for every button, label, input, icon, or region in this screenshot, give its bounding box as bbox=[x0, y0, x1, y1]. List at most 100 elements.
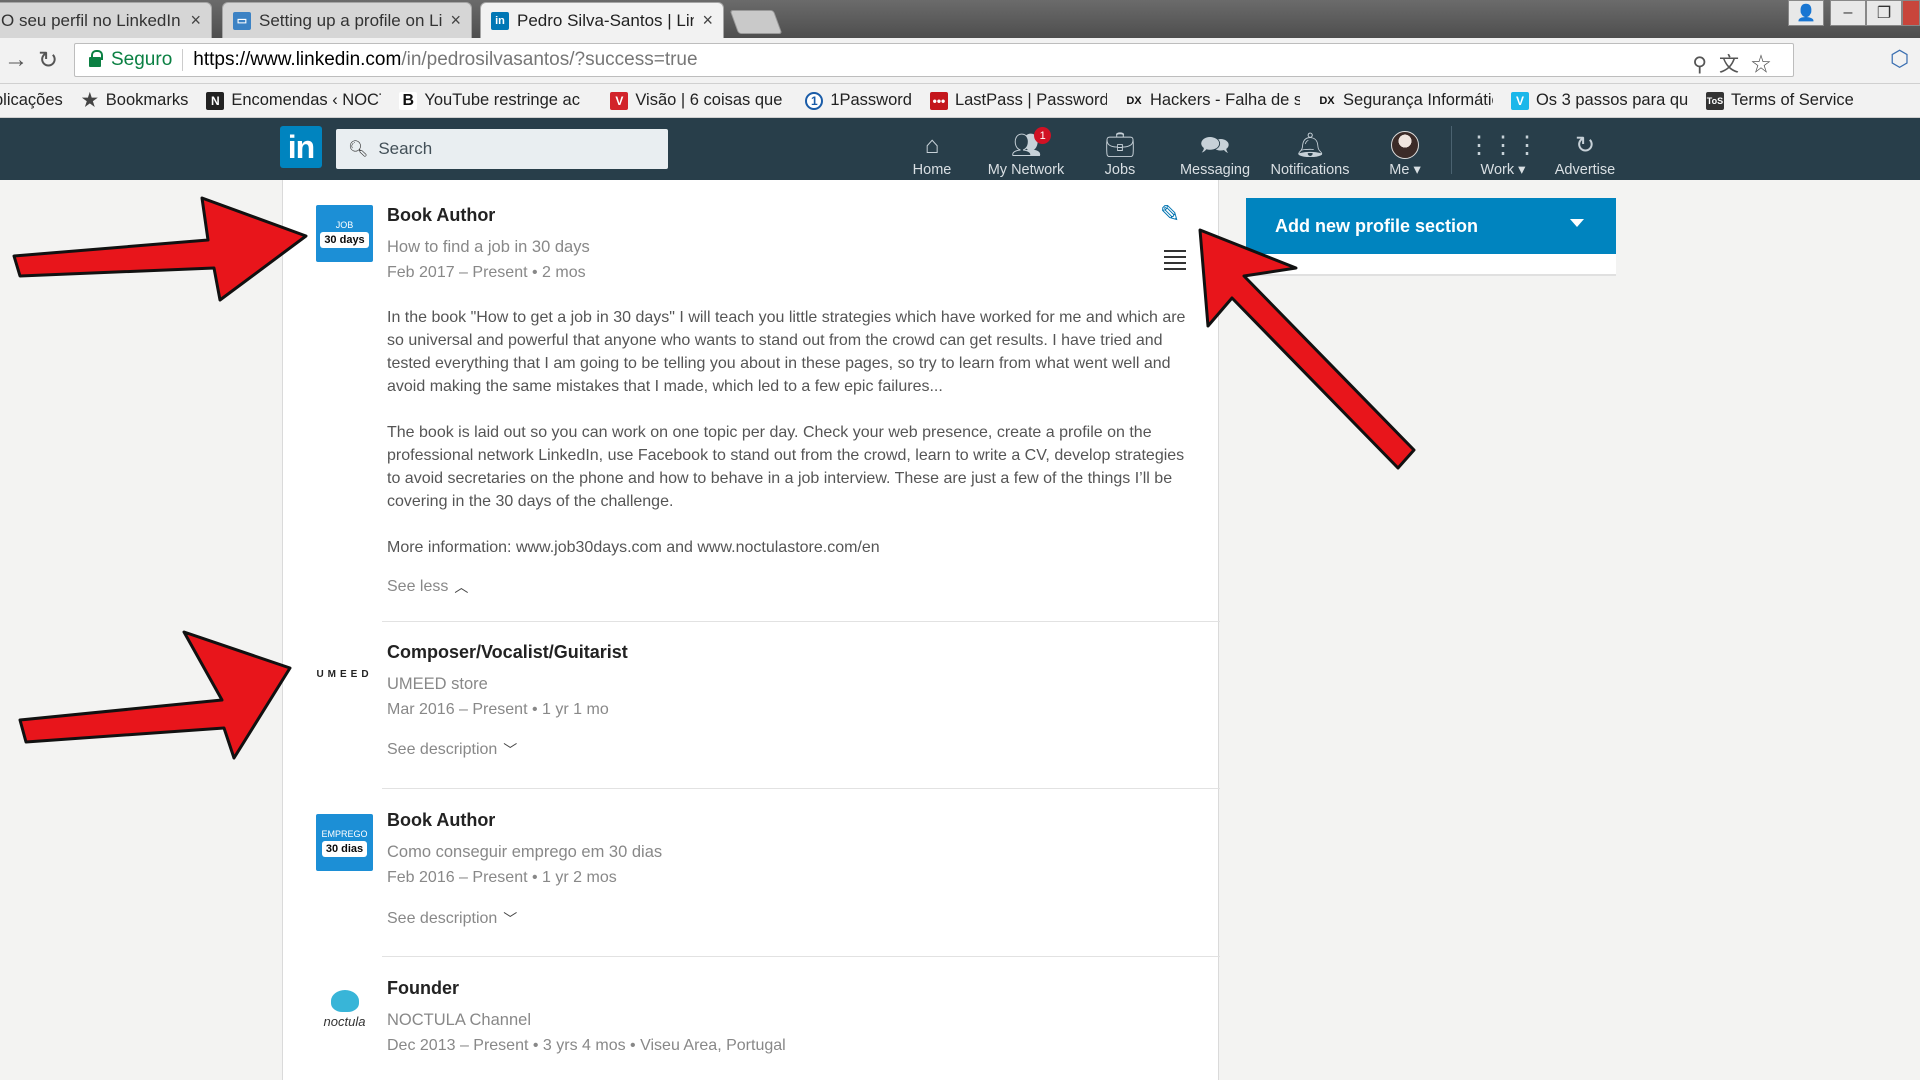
position-title[interactable]: Founder bbox=[387, 978, 459, 999]
1password-icon: 1 bbox=[805, 91, 824, 110]
bookmark-label: Bookmarks bbox=[105, 91, 189, 109]
experience-entry: UMEED Composer/Vocalist/Guitarist UMEED … bbox=[283, 622, 1220, 789]
reorder-handle-icon[interactable] bbox=[1164, 250, 1186, 274]
new-tab-button[interactable] bbox=[729, 10, 783, 34]
tab-title: O seu perfil no LinkedIn bbox=[1, 10, 181, 30]
bookmark-label: 1Password bbox=[830, 91, 912, 109]
url-bar[interactable]: Seguro https://www.linkedin.com /in/pedr… bbox=[74, 43, 1794, 77]
position-title[interactable]: Composer/Vocalist/Guitarist bbox=[387, 642, 628, 663]
messaging-icon: 🗪 bbox=[1200, 132, 1230, 159]
company-logo[interactable]: UMEED bbox=[316, 646, 373, 703]
home-icon: ⌂ bbox=[924, 132, 940, 159]
browser-tab[interactable]: O seu perfil no LinkedIn × bbox=[0, 2, 212, 38]
browser-tab[interactable]: ▭ Setting up a profile on Li × bbox=[222, 2, 472, 38]
nav-label: Jobs bbox=[1104, 162, 1136, 178]
location: Viseu Area, Portugal bbox=[640, 1037, 786, 1054]
add-profile-section-button[interactable]: Add new profile section bbox=[1246, 198, 1616, 254]
company-name[interactable]: How to find a job in 30 days bbox=[387, 238, 590, 257]
nav-me[interactable]: Me ▾ bbox=[1380, 122, 1430, 178]
bookmark-item[interactable]: V Visão | 6 coisas que n bbox=[610, 91, 787, 110]
url-host: https://www.linkedin.com bbox=[193, 49, 402, 70]
nav-advertise[interactable]: ↻ Advertise bbox=[1550, 122, 1620, 179]
duration: 3 yrs 4 mos bbox=[542, 1037, 626, 1054]
nav-work[interactable]: ⋮⋮⋮ Work ▾ bbox=[1467, 122, 1539, 179]
company-name[interactable]: Como conseguir emprego em 30 dias bbox=[387, 843, 662, 862]
zoom-icon[interactable]: ⚲ bbox=[1692, 54, 1719, 76]
date-range: Dec 2013 – Present • 3 yrs 4 mos • Viseu… bbox=[387, 1037, 786, 1054]
bookmark-label: Visão | 6 coisas que n bbox=[635, 91, 788, 109]
advertise-icon: ↻ bbox=[1574, 132, 1596, 159]
linkedin-nav-bar: in 🔍︎ Search ⌂ Home 👥︎ 1 My Network 💼︎ Jo… bbox=[0, 118, 1920, 180]
nav-notifications[interactable]: 🔔︎ Notifications bbox=[1264, 122, 1356, 179]
add-section-label: Add new profile section bbox=[1275, 215, 1479, 236]
search-placeholder: Search bbox=[378, 139, 433, 158]
site-favicon-icon: ▭ bbox=[233, 11, 251, 30]
position-title[interactable]: Book Author bbox=[387, 205, 495, 226]
linkedin-logo[interactable]: in bbox=[280, 126, 322, 168]
edit-pencil-icon[interactable]: ✎ bbox=[1160, 200, 1180, 229]
see-less-toggle[interactable]: See less ︿ bbox=[387, 577, 468, 597]
bookmark-item[interactable]: ★ Bookmarks bbox=[81, 90, 189, 110]
v-icon: V bbox=[610, 91, 629, 110]
bookmark-item[interactable]: ••• LastPass | Password M bbox=[929, 91, 1107, 110]
company-logo[interactable]: EMPREGO 30 dias bbox=[316, 814, 373, 871]
company-name[interactable]: UMEED store bbox=[387, 675, 488, 694]
tab-close-icon[interactable]: × bbox=[702, 10, 713, 31]
translate-icon[interactable]: 文 bbox=[1719, 54, 1751, 76]
nav-messaging[interactable]: 🗪 Messaging bbox=[1174, 122, 1256, 179]
chevron-down-icon: ﹀ bbox=[503, 742, 518, 758]
tab-close-icon[interactable]: × bbox=[450, 10, 461, 31]
restore-icon[interactable]: ❐ bbox=[1866, 0, 1902, 26]
description-paragraph: In the book "How to get a job in 30 days… bbox=[387, 309, 1186, 395]
bookmark-item[interactable]: 1 1Password bbox=[805, 91, 912, 110]
bookmark-item[interactable]: DX Hackers - Falha de se bbox=[1125, 91, 1300, 110]
see-description-toggle[interactable]: See description ﹀ bbox=[387, 909, 517, 929]
nav-jobs[interactable]: 💼︎ Jobs bbox=[1090, 122, 1150, 179]
bookmark-item[interactable]: DX Segurança Informátic bbox=[1318, 91, 1493, 110]
nav-label: Advertise bbox=[1554, 162, 1616, 178]
chevron-down-icon: ﹀ bbox=[503, 911, 518, 927]
bookmark-label: Hackers - Falha de se bbox=[1149, 91, 1300, 109]
nav-my-network[interactable]: 👥︎ 1 My Network bbox=[980, 122, 1072, 178]
briefcase-icon: 💼︎ bbox=[1104, 132, 1136, 159]
position-description: In the book "How to get a job in 30 days… bbox=[387, 306, 1187, 582]
see-description-toggle[interactable]: See description ﹀ bbox=[387, 740, 517, 760]
forward-icon[interactable]: → bbox=[4, 46, 28, 74]
bookmark-item[interactable]: V Os 3 passos para qual bbox=[1510, 91, 1688, 110]
bookmark-item[interactable]: B YouTube restringe ac bbox=[399, 91, 592, 110]
minimize-icon[interactable]: – bbox=[1830, 0, 1866, 26]
nav-home[interactable]: ⌂ Home bbox=[900, 122, 964, 179]
profile-icon[interactable]: 👤 bbox=[1788, 0, 1824, 26]
company-name[interactable]: NOCTULA Channel bbox=[387, 1011, 531, 1030]
bookmark-item[interactable]: ToS Terms of Service bbox=[1705, 91, 1854, 110]
reload-icon[interactable]: ↻ bbox=[38, 46, 58, 75]
description-paragraph: More information: www.job30days.com and … bbox=[387, 539, 880, 556]
toggle-label: See less bbox=[387, 578, 449, 595]
browser-tab-active[interactable]: in Pedro Silva-Santos | Linke × bbox=[480, 2, 724, 38]
secure-label: Seguro bbox=[111, 49, 173, 70]
duration: 1 yr 2 mos bbox=[542, 869, 617, 886]
nav-label: Notifications bbox=[1270, 162, 1350, 178]
dates: Feb 2017 – Present bbox=[387, 264, 528, 281]
experience-entry: JOB 30 days Book Author How to find a jo… bbox=[283, 180, 1220, 622]
url-separator bbox=[182, 49, 184, 71]
nav-label: Me ▾ bbox=[1389, 162, 1421, 178]
grid-icon: ⋮⋮⋮ bbox=[1467, 132, 1539, 159]
bookmark-star-icon[interactable]: ☆ bbox=[1751, 54, 1783, 76]
bookmark-label: Terms of Service bbox=[1730, 91, 1854, 109]
bookmark-item[interactable]: plicações bbox=[0, 91, 63, 110]
avatar bbox=[1391, 131, 1419, 159]
extension-icon[interactable]: ⬡ bbox=[1890, 46, 1909, 72]
search-input[interactable]: 🔍︎ Search bbox=[336, 129, 668, 169]
company-logo[interactable]: JOB 30 days bbox=[316, 205, 373, 262]
close-window-icon[interactable] bbox=[1902, 0, 1920, 26]
bell-icon: 🔔︎ bbox=[1294, 132, 1326, 159]
date-range: Mar 2016 – Present • 1 yr 1 mo bbox=[387, 701, 609, 718]
dates: Dec 2013 – Present bbox=[387, 1037, 529, 1054]
position-title[interactable]: Book Author bbox=[387, 810, 495, 831]
tab-close-icon[interactable]: × bbox=[190, 10, 201, 31]
dates: Feb 2016 – Present bbox=[387, 869, 528, 886]
company-logo[interactable]: noctula bbox=[316, 981, 373, 1038]
bookmark-item[interactable]: N Encomendas ‹ NOCTU bbox=[206, 91, 381, 110]
experience-entry: EMPREGO 30 dias Book Author Como consegu… bbox=[283, 789, 1220, 957]
